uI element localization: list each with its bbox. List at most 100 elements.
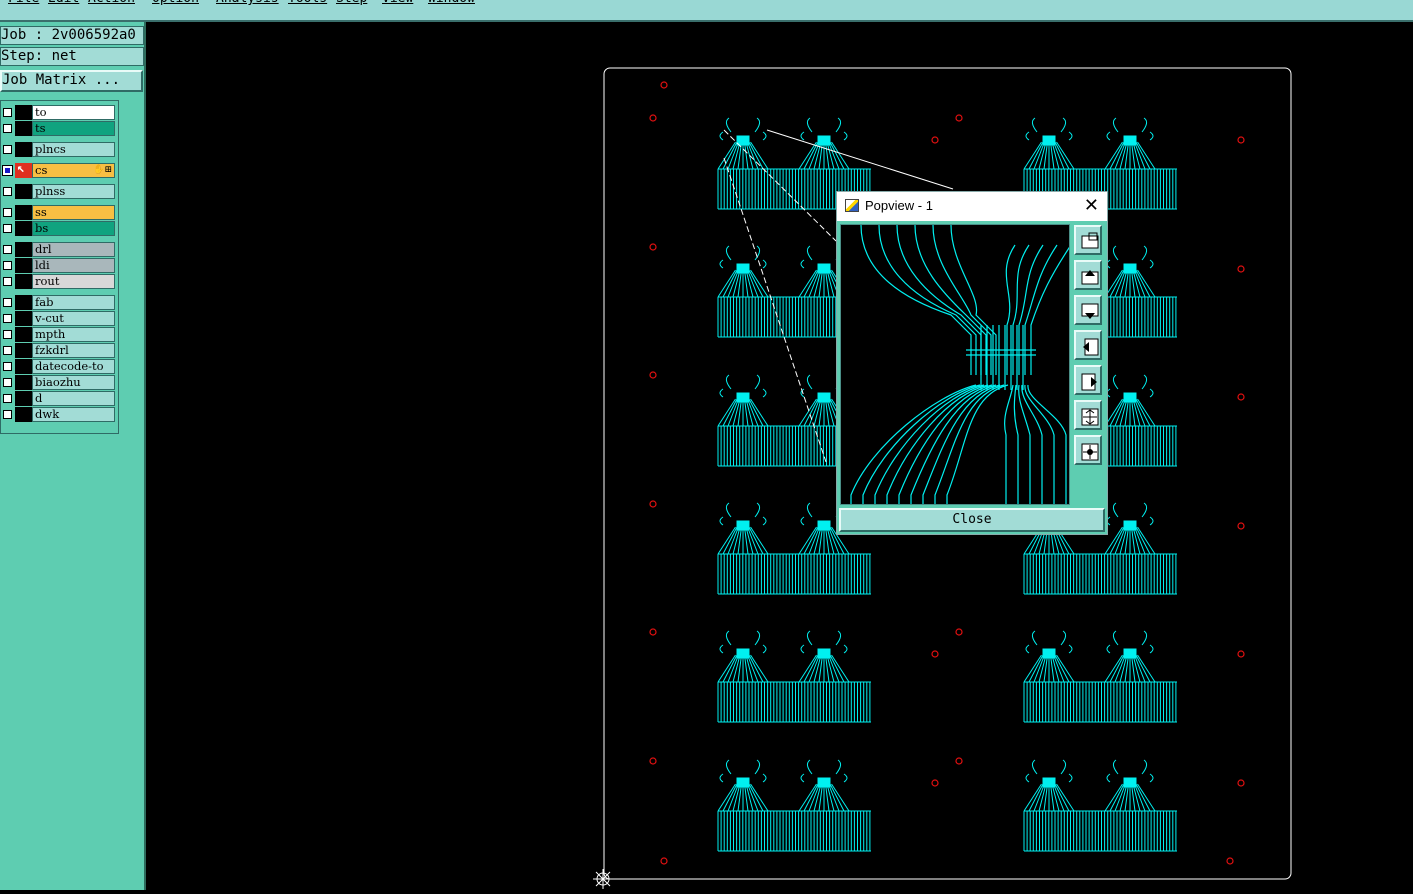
- layer-status-cell[interactable]: [15, 205, 32, 220]
- layer-row-mpth[interactable]: mpth: [1, 327, 117, 342]
- layer-status-cell[interactable]: [15, 359, 32, 374]
- trace-line: [896, 225, 982, 375]
- layer-row-to[interactable]: to: [1, 105, 117, 120]
- zoom-home-button[interactable]: [1074, 435, 1102, 465]
- layer-row-cs[interactable]: cs ✋⊞: [1, 161, 117, 178]
- layer-row-drl[interactable]: drl: [1, 242, 117, 257]
- layer-checkbox[interactable]: [3, 145, 12, 154]
- layer-row-v-cut[interactable]: v-cut: [1, 311, 117, 326]
- drill-mark: [1237, 522, 1245, 530]
- menu-analysis[interactable]: Analysis: [216, 0, 279, 6]
- drill-mark: [1226, 857, 1234, 865]
- job-matrix-button[interactable]: Job Matrix ...: [0, 70, 143, 92]
- menu-file[interactable]: File: [8, 0, 39, 6]
- layer-name[interactable]: ldi: [32, 258, 115, 273]
- layer-name[interactable]: bs: [32, 221, 115, 236]
- layer-row-ts[interactable]: ts: [1, 121, 117, 136]
- layer-status-cell[interactable]: [15, 391, 32, 406]
- layer-name[interactable]: dwk: [32, 407, 115, 422]
- chip-pad: [1042, 777, 1056, 788]
- layer-checkbox[interactable]: [3, 314, 12, 323]
- layer-checkbox[interactable]: [3, 245, 12, 254]
- layer-status-cell[interactable]: [15, 242, 32, 257]
- pcb-panel-view[interactable]: [148, 24, 1413, 890]
- layer-status-cell[interactable]: [15, 327, 32, 342]
- layer-status-cell[interactable]: [15, 274, 32, 289]
- layer-name[interactable]: ss: [32, 205, 115, 220]
- zoom-fit-button[interactable]: [1074, 400, 1102, 430]
- layer-row-datecode-to[interactable]: datecode-to: [1, 359, 117, 374]
- menu-edit[interactable]: Edit: [48, 0, 79, 6]
- layer-row-ldi[interactable]: ldi: [1, 258, 117, 273]
- layer-status-cell[interactable]: [15, 184, 32, 199]
- layer-name[interactable]: plncs: [32, 142, 115, 157]
- layer-status-cell[interactable]: [15, 121, 32, 136]
- layer-status-cell[interactable]: [15, 142, 32, 157]
- layer-checkbox[interactable]: [3, 362, 12, 371]
- layer-name[interactable]: plnss: [32, 184, 115, 199]
- graphics-canvas[interactable]: [148, 24, 1413, 890]
- layer-checkbox[interactable]: [3, 394, 12, 403]
- layer-row-d[interactable]: d: [1, 391, 117, 406]
- layer-checkbox[interactable]: [2, 165, 13, 176]
- pan-up-button[interactable]: [1074, 260, 1102, 290]
- layer-name[interactable]: datecode-to: [32, 359, 115, 374]
- layer-row-bs[interactable]: bs: [1, 221, 117, 236]
- zoom-window-button[interactable]: [1074, 225, 1102, 255]
- menu-window[interactable]: Window: [428, 0, 475, 6]
- close-icon[interactable]: ✕: [1084, 195, 1099, 215]
- layer-checkbox[interactable]: [3, 298, 12, 307]
- popview-zoom-area[interactable]: [840, 224, 1070, 505]
- layer-row-rout[interactable]: rout: [1, 274, 117, 289]
- layer-status-cell[interactable]: [15, 295, 32, 310]
- layer-row-fzkdrl[interactable]: fzkdrl: [1, 343, 117, 358]
- drill-mark: [649, 371, 657, 379]
- layer-status-cell[interactable]: [15, 407, 32, 422]
- layer-checkbox[interactable]: [3, 346, 12, 355]
- layer-status-cell[interactable]: [15, 105, 32, 120]
- menu-option[interactable]: Option: [152, 0, 199, 6]
- layer-checkbox[interactable]: [3, 224, 12, 233]
- layer-name[interactable]: fab: [32, 295, 115, 310]
- layer-status-cell[interactable]: [15, 343, 32, 358]
- layer-checkbox[interactable]: [3, 187, 12, 196]
- layer-name[interactable]: v-cut: [32, 311, 115, 326]
- menu-step[interactable]: Step: [336, 0, 367, 6]
- layer-row-fab[interactable]: fab: [1, 295, 117, 310]
- layer-checkbox[interactable]: [3, 208, 12, 217]
- pan-right-button[interactable]: [1074, 365, 1102, 395]
- menu-action[interactable]: Action: [88, 0, 135, 6]
- menu-tools[interactable]: Tools: [288, 0, 327, 6]
- layer-status-cell[interactable]: [15, 311, 32, 326]
- layer-status-cell[interactable]: [15, 375, 32, 390]
- layer-name[interactable]: cs ✋⊞: [32, 163, 115, 178]
- layer-name[interactable]: rout: [32, 274, 115, 289]
- layer-name[interactable]: d: [32, 391, 115, 406]
- layer-name[interactable]: biaozhu: [32, 375, 115, 390]
- pan-down-button[interactable]: [1074, 295, 1102, 325]
- layer-checkbox[interactable]: [3, 108, 12, 117]
- layer-checkbox[interactable]: [3, 410, 12, 419]
- layer-row-ss[interactable]: ss: [1, 205, 117, 220]
- menu-view[interactable]: View: [382, 0, 413, 6]
- work-layer-arrow-icon[interactable]: [15, 161, 32, 178]
- layer-status-cell[interactable]: [15, 221, 32, 236]
- layer-checkbox[interactable]: [3, 124, 12, 133]
- layer-row-biaozhu[interactable]: biaozhu: [1, 375, 117, 390]
- layer-checkbox[interactable]: [3, 330, 12, 339]
- popview-titlebar[interactable]: Popview - 1 ✕: [837, 192, 1107, 221]
- layer-row-dwk[interactable]: dwk: [1, 407, 117, 422]
- layer-status-cell[interactable]: [15, 258, 32, 273]
- layer-checkbox[interactable]: [3, 378, 12, 387]
- pan-left-button[interactable]: [1074, 330, 1102, 360]
- close-button[interactable]: Close: [839, 508, 1105, 532]
- layer-name[interactable]: ts: [32, 121, 115, 136]
- layer-checkbox[interactable]: [3, 261, 12, 270]
- layer-name[interactable]: to: [32, 105, 115, 120]
- layer-checkbox[interactable]: [3, 277, 12, 286]
- layer-name[interactable]: drl: [32, 242, 115, 257]
- layer-row-plncs[interactable]: plncs: [1, 142, 117, 157]
- layer-name[interactable]: fzkdrl: [32, 343, 115, 358]
- layer-name[interactable]: mpth: [32, 327, 115, 342]
- layer-row-plnss[interactable]: plnss: [1, 184, 117, 199]
